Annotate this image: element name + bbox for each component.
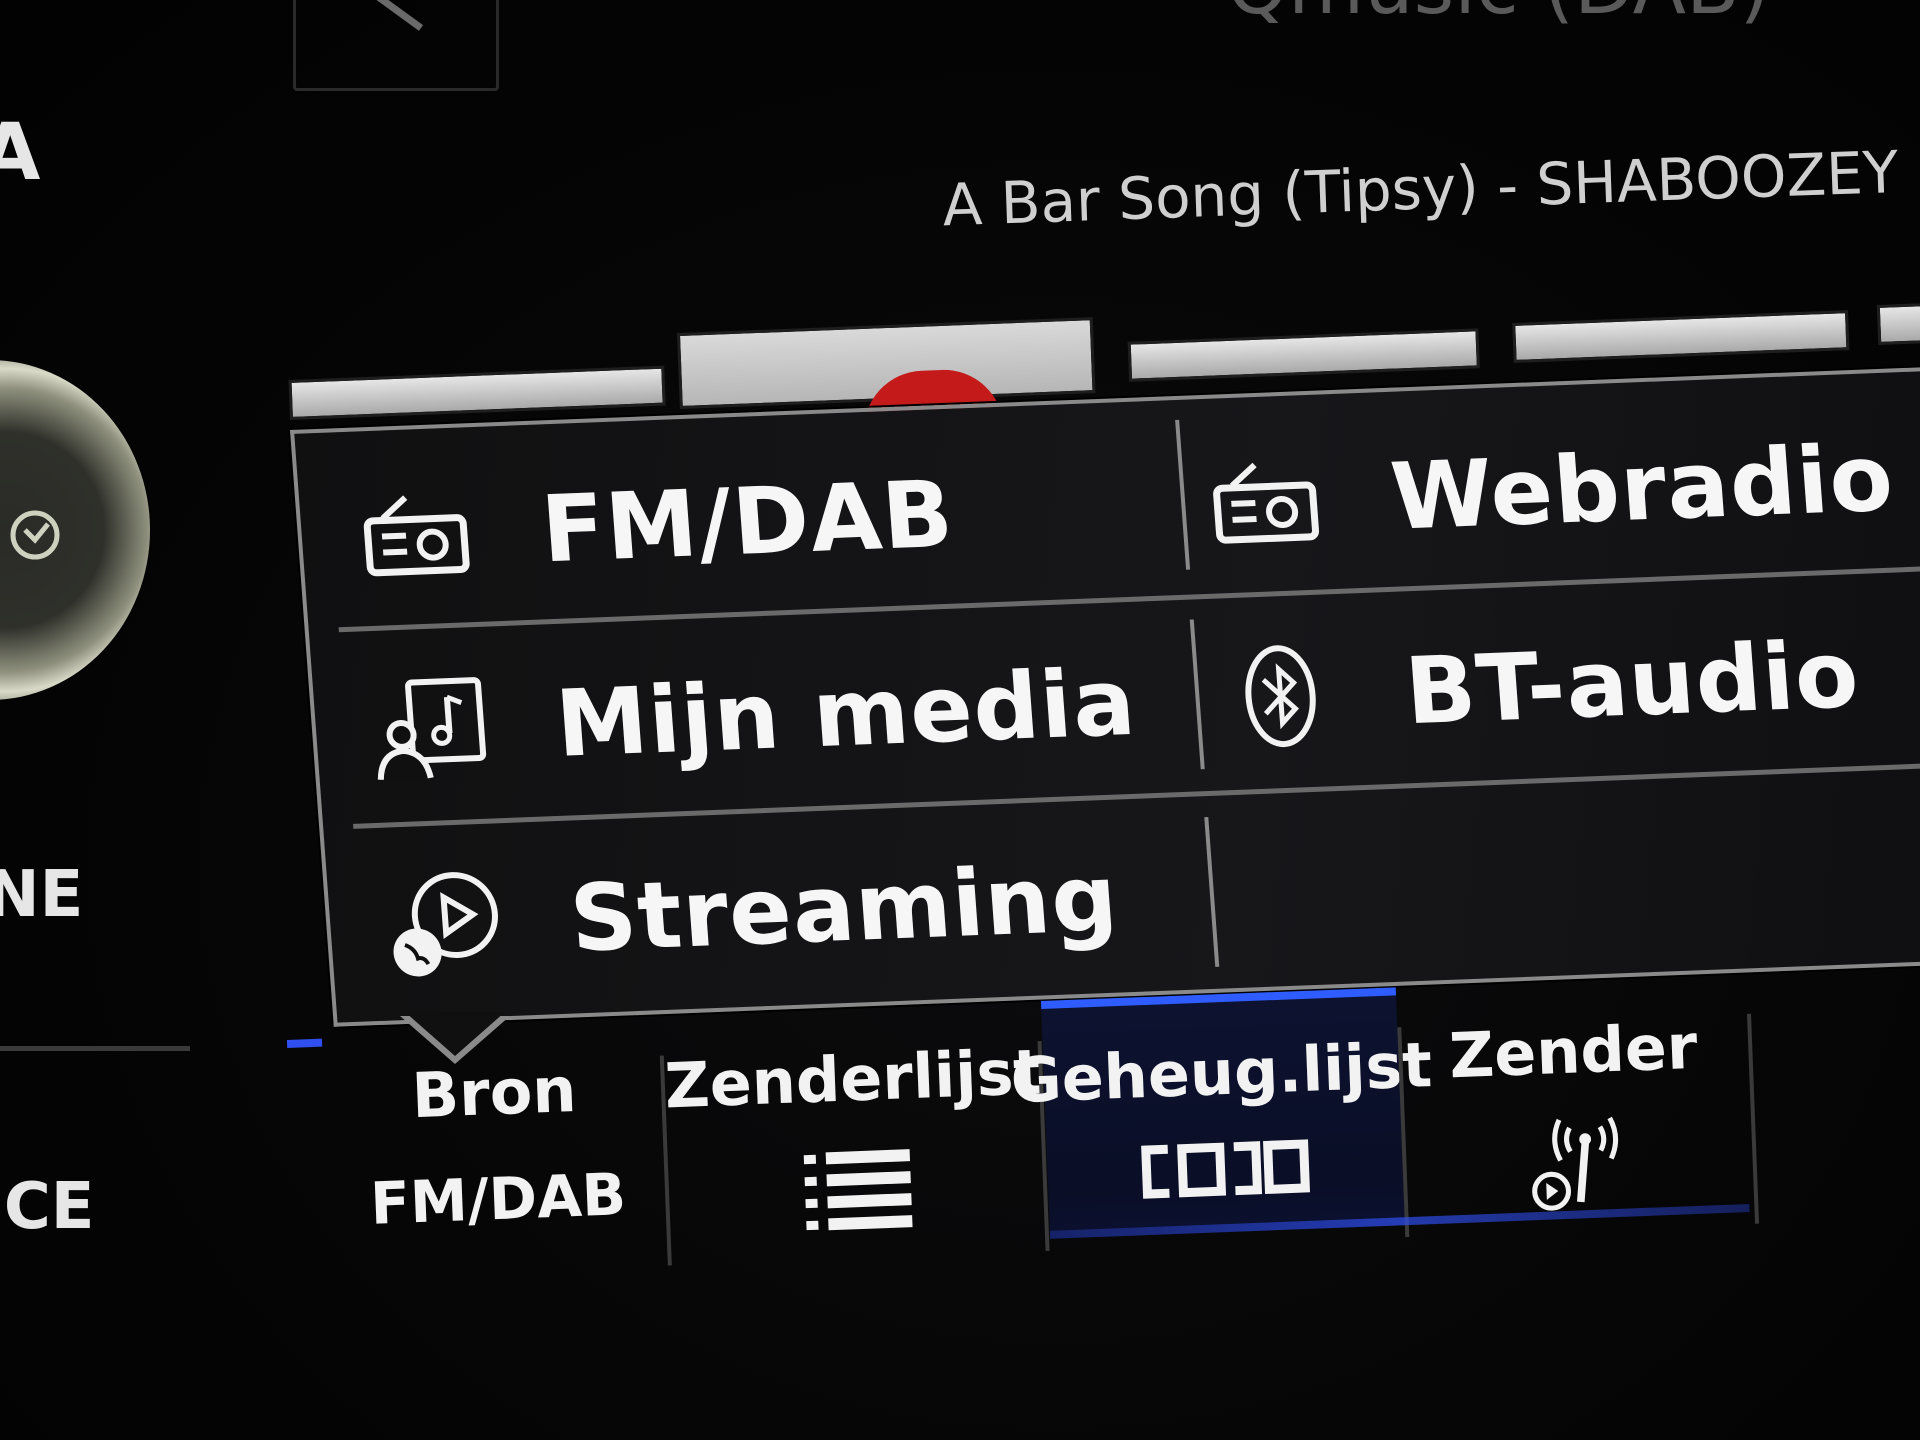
source-menu-popup: FM/DAB Webradio Mijn media BT-audio Stre… <box>290 363 1920 1027</box>
preset-list-icon <box>1140 1139 1310 1199</box>
radio-icon <box>1197 434 1336 569</box>
source-item-label: Streaming <box>566 844 1122 972</box>
back-button[interactable] <box>293 0 499 91</box>
source-item-label: Webradio <box>1387 424 1898 551</box>
side-menu-item-top[interactable]: A <box>0 108 40 198</box>
tab-geheug-lijst[interactable]: Geheug.lijst <box>1009 987 1433 1239</box>
now-playing-title: A Bar Song (Tipsy) - SHABOOZEY <box>941 138 1900 240</box>
preset-tab-active[interactable] <box>676 317 1096 433</box>
media-library-icon <box>361 661 500 796</box>
source-item-label: BT-audio <box>1401 620 1863 745</box>
rotary-knob[interactable] <box>0 360 150 700</box>
tab-zender-label: Zender <box>1447 1009 1699 1093</box>
list-icon <box>803 1149 913 1231</box>
tab-bron-value: FM/DAB <box>369 1160 628 1238</box>
streaming-icon <box>376 856 515 991</box>
source-item-mijn-media[interactable]: Mijn media <box>359 607 1142 826</box>
knob-icon <box>10 510 60 560</box>
preset-tab[interactable] <box>1512 310 1850 363</box>
menu-col-divider <box>1189 619 1205 770</box>
source-item-webradio[interactable]: Webradio <box>1194 383 1900 599</box>
broadcast-antenna-icon <box>1532 1116 1619 1211</box>
source-item-label: FM/DAB <box>537 460 958 583</box>
source-item-bt-audio[interactable]: BT-audio <box>1209 579 1866 793</box>
side-menu-divider <box>0 1046 190 1051</box>
source-item-fm-dab[interactable]: FM/DAB <box>345 419 960 632</box>
preset-tab[interactable] <box>1876 297 1920 345</box>
preset-tab[interactable] <box>288 365 666 420</box>
tab-zenderlijst-label: Zenderlijst <box>663 1034 1045 1123</box>
back-arrow-icon <box>376 0 424 31</box>
menu-col-divider <box>1175 419 1191 570</box>
bluetooth-icon <box>1211 629 1350 764</box>
side-menu-item-middle[interactable]: NE <box>0 858 83 932</box>
tab-zender[interactable]: Zender <box>1401 974 1750 1217</box>
infotainment-screen: A NE ICE Qmusic (DAB) A Bar Song (Tipsy)… <box>0 0 1920 1440</box>
radio-icon <box>347 467 486 602</box>
tab-bron-label: Bron <box>410 1052 578 1133</box>
tab-zenderlijst[interactable]: Zenderlijst <box>663 1001 1045 1245</box>
menu-col-divider <box>1204 817 1220 967</box>
side-menu-item-bottom[interactable]: ICE <box>0 1170 95 1244</box>
tab-geheug-label: Geheug.lijst <box>1009 1028 1434 1118</box>
tab-bron[interactable]: Bron FM/DAB <box>327 1016 666 1258</box>
station-name: Qmusic (DAB) <box>1227 0 1770 32</box>
accent-line <box>286 1038 323 1048</box>
source-item-label: Mijn media <box>552 648 1140 778</box>
preset-tab[interactable] <box>1127 328 1480 382</box>
